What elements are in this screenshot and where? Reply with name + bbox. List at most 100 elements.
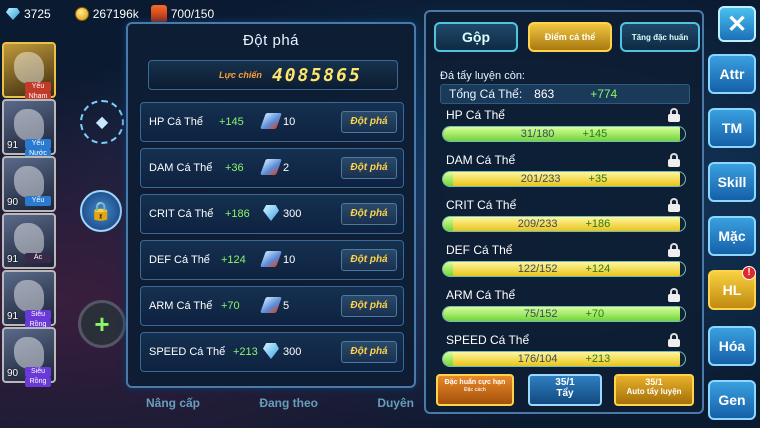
training-stat: ARM Cá Thể 75/152 +70 — [440, 288, 692, 332]
gem-icon — [263, 343, 279, 359]
gold-counter: 267196k — [74, 7, 139, 21]
stat-name: ARM Cá Thể — [149, 300, 213, 312]
pet-card[interactable]: 91 Siêu Rồng — [2, 270, 56, 330]
trainer-avatar-icon — [150, 5, 167, 23]
breakthrough-row: DEF Cá Thể +124 10 Đột phá — [140, 240, 404, 280]
total-bonus: +774 — [590, 87, 618, 101]
lock-slot[interactable]: 🔒 — [80, 190, 122, 232]
pet-list: Yếu Nham 91 Yếu Nước 90 Yếu 91 Ác 91 Siêu Rồng … — [2, 42, 62, 387]
stat-name: DEF Cá Thể — [149, 254, 210, 266]
lock-icon[interactable] — [668, 333, 680, 347]
side-button-skill[interactable]: Skill — [708, 162, 756, 202]
auto-wash-button[interactable]: 35/1 Auto tẩy luyện — [614, 374, 694, 406]
lock-icon[interactable] — [668, 153, 680, 167]
stat-name: HP Cá Thể — [446, 108, 505, 122]
panel-title: Đột phá — [242, 32, 300, 49]
breakthrough-button[interactable]: Đột phá — [341, 203, 397, 225]
power-value: 4085865 — [271, 64, 362, 86]
tab-special-training[interactable]: Tăng đặc huấn — [620, 22, 700, 52]
total-label: Tổng Cá Thể: — [449, 87, 523, 101]
breakthrough-row: SPEED Cá Thể +213 300 Đột phá — [140, 332, 404, 372]
stat-value: 201/233 — [520, 173, 561, 185]
wash-count: 35/1 — [555, 377, 575, 388]
side-button-gen[interactable]: Gen — [708, 380, 756, 420]
stat-name: DEF Cá Thể — [446, 243, 513, 257]
lock-icon[interactable] — [668, 108, 680, 122]
stat-name: CRIT Cá Thể — [446, 198, 517, 212]
cost-amount: 300 — [283, 346, 302, 358]
button-label: Auto tẩy luyện — [626, 387, 682, 396]
bottom-tabs: Nâng cấp Đang theo Duyên — [140, 396, 420, 410]
training-stat: DEF Cá Thể 122/152 +124 — [440, 243, 692, 287]
stat-value: 209/233 — [517, 218, 558, 230]
pet-tag: Yếu — [25, 82, 51, 92]
breakthrough-button[interactable]: Đột phá — [341, 341, 397, 363]
tab-following[interactable]: Đang theo — [259, 396, 318, 410]
tab-merge[interactable]: Gộp — [434, 22, 518, 52]
cost-amount: 10 — [283, 116, 296, 128]
pet-card[interactable]: 91 Yếu Nước — [2, 99, 56, 159]
pet-element: Rồng — [25, 377, 51, 387]
gold-amount: 267196k — [92, 7, 139, 21]
breakthrough-row: CRIT Cá Thể +186 300 Đột phá — [140, 194, 404, 234]
pet-portrait-icon — [14, 337, 44, 369]
breakthrough-button[interactable]: Đột phá — [341, 111, 397, 133]
item-icon: ◆ — [95, 114, 109, 131]
breakthrough-row: ARM Cá Thể +70 5 Đột phá — [140, 286, 404, 326]
stat-bonus: +70 — [221, 300, 240, 312]
lock-icon[interactable] — [668, 243, 680, 257]
pet-tag: Siêu — [25, 310, 51, 320]
remaining-stones-label: Đá tẩy luyện còn: — [440, 70, 525, 82]
diamond-icon — [6, 8, 20, 20]
breakthrough-button[interactable]: Đột phá — [341, 249, 397, 271]
tab-upgrade[interactable]: Nâng cấp — [146, 396, 200, 410]
training-panel: Gộp Điểm cá thể Tăng đặc huấn Đá tẩy luy… — [424, 10, 704, 414]
cost-amount: 10 — [283, 254, 296, 266]
button-label: Tẩy — [556, 388, 574, 399]
equipment-slot[interactable]: ◆ — [80, 100, 124, 144]
lock-icon: 🔒 — [89, 200, 113, 221]
side-button-tm[interactable]: TM — [708, 108, 756, 148]
training-stat: HP Cá Thể 31/180 +145 — [440, 108, 692, 152]
pet-card[interactable]: 90 Siêu Rồng — [2, 327, 56, 387]
close-button[interactable]: ✕ — [718, 6, 756, 42]
add-button[interactable]: + — [78, 300, 126, 348]
cost-amount: 300 — [283, 208, 302, 220]
pet-card[interactable]: 90 Yếu — [2, 156, 56, 212]
stat-bonus: +36 — [225, 162, 244, 174]
pet-card[interactable]: 91 Ác — [2, 213, 56, 269]
side-button-transform[interactable]: Hóa — [708, 326, 756, 366]
pet-card[interactable]: Yếu Nham — [2, 42, 56, 102]
breakthrough-button[interactable]: Đột phá — [341, 157, 397, 179]
pet-tag: Yếu — [25, 196, 51, 206]
combat-power: Lực chiến 4085865 — [148, 60, 398, 90]
stat-name: HP Cá Thể — [149, 116, 204, 128]
stat-bonus: +213 — [233, 346, 258, 358]
lock-icon[interactable] — [668, 198, 680, 212]
stat-bonus: +70 — [585, 308, 605, 320]
stat-progress-bar: 75/152 +70 — [442, 306, 686, 322]
extreme-training-button[interactable]: Đặc huấn cực hạn Đặc cách — [436, 374, 514, 406]
stat-name: SPEED Cá Thể — [446, 333, 530, 347]
pet-portrait-icon — [14, 280, 44, 312]
training-stat: DAM Cá Thể 201/233 +35 — [440, 153, 692, 197]
side-button-attr[interactable]: Attr — [708, 54, 756, 94]
tab-individual-points[interactable]: Điểm cá thể — [528, 22, 612, 52]
pet-level: 90 — [7, 368, 19, 379]
stat-value: 31/180 — [520, 128, 555, 140]
lock-icon[interactable] — [668, 288, 680, 302]
game-screen: 3725 267196k 700/150 Yếu Nham 91 Yếu Nước 9… — [0, 0, 760, 428]
breakthrough-button[interactable]: Đột phá — [341, 295, 397, 317]
stat-value: 122/152 — [517, 263, 558, 275]
scroll-icon — [260, 251, 282, 267]
total-value: 863 — [534, 87, 555, 101]
wash-button[interactable]: 35/1 Tẩy — [528, 374, 602, 406]
tab-bond[interactable]: Duyên — [377, 396, 414, 410]
side-button-equip[interactable]: Mặc — [708, 216, 756, 256]
stat-progress-bar: 122/152 +124 — [442, 261, 686, 277]
breakthrough-panel: Đột phá Lực chiến 4085865 HP Cá Thể +145… — [126, 22, 416, 388]
button-sublabel: Đặc cách — [464, 387, 486, 393]
diamond-amount: 3725 — [24, 7, 51, 21]
pet-level: 91 — [7, 254, 19, 265]
stat-value: 75/152 — [523, 308, 558, 320]
